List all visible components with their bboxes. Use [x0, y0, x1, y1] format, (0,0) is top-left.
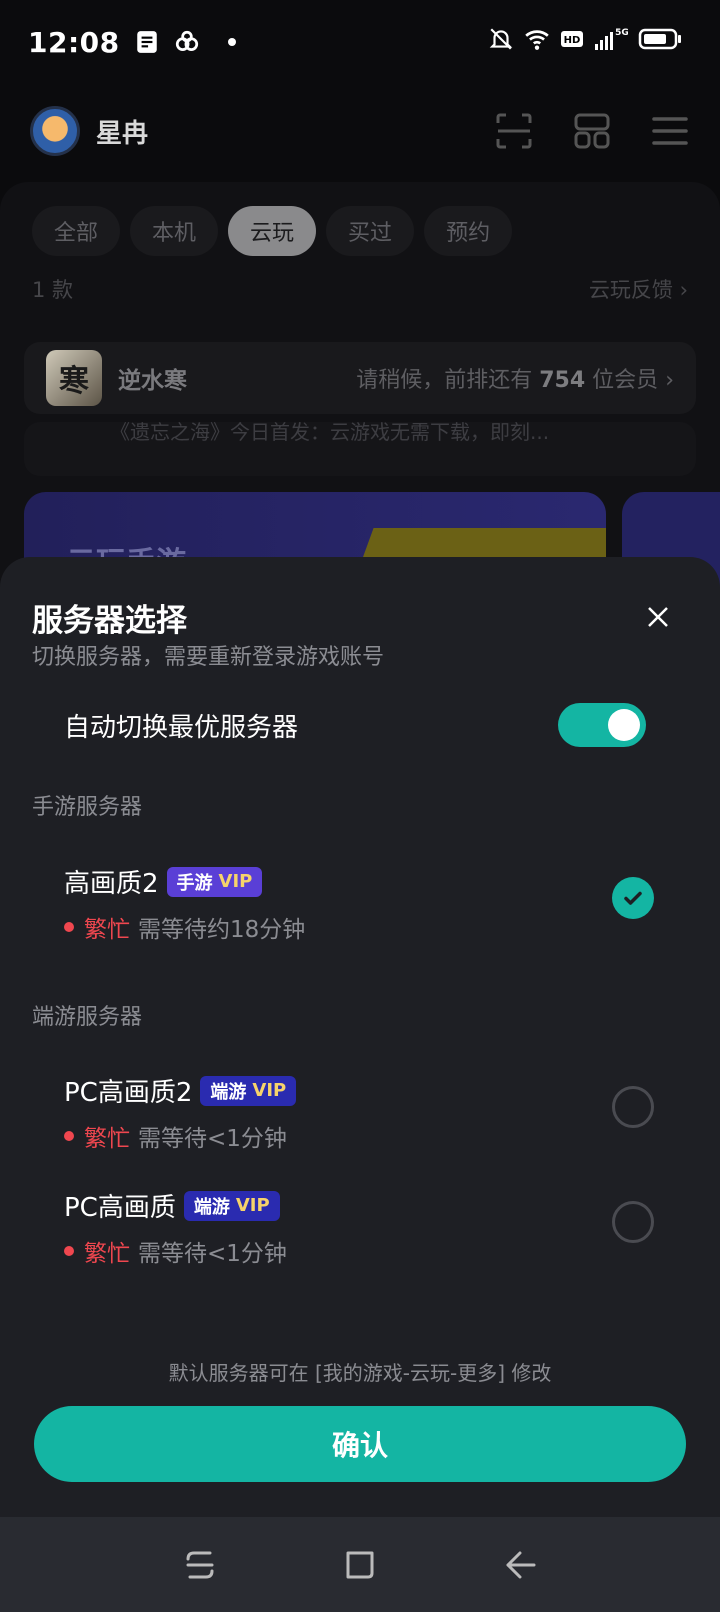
server-option[interactable]: 高画质2 手游 VIP 繁忙 需等待约18分钟: [64, 863, 654, 953]
radio-unselected[interactable]: [612, 1201, 654, 1243]
back-icon[interactable]: [500, 1545, 540, 1585]
radio-unselected[interactable]: [612, 1086, 654, 1128]
server-select-sheet: 服务器选择 切换服务器，需要重新登录游戏账号 自动切换最优服务器 手游服务器 高…: [0, 557, 720, 1517]
notice-text: 《遗忘之海》今日首发：云游戏无需下载，即刻...: [110, 422, 550, 444]
tab-purchased[interactable]: 买过: [326, 206, 415, 256]
server-option[interactable]: PC高画质2 端游 VIP 繁忙 需等待<1分钟: [64, 1072, 654, 1162]
tab-all[interactable]: 全部: [32, 206, 121, 256]
game-thumbnail: 寒: [46, 350, 102, 406]
svg-text:HD: HD: [564, 35, 581, 46]
chevron-right-icon: ›: [665, 368, 674, 393]
server-option[interactable]: PC高画质 端游 VIP 繁忙 需等待<1分钟: [64, 1187, 654, 1277]
server-name: PC高画质: [64, 1193, 176, 1223]
server-status: 繁忙: [84, 917, 130, 943]
status-time: 12:08: [28, 25, 120, 59]
badge-vip: VIP: [252, 1080, 287, 1101]
chevron-right-icon: ›: [679, 278, 688, 302]
cloud-game-icon: [175, 30, 198, 51]
server-status: 繁忙: [84, 1241, 130, 1267]
auto-switch-row: 自动切换最优服务器: [64, 685, 646, 765]
cloud-feedback-link[interactable]: 云玩反馈 ›: [589, 274, 688, 304]
server-wait: 需等待<1分钟: [138, 1126, 287, 1152]
tab-local[interactable]: 本机: [130, 206, 219, 256]
tab-cloud[interactable]: 云玩: [228, 206, 317, 256]
vip-badge: 手游 VIP: [166, 866, 263, 897]
app-header: 星冉: [30, 100, 690, 162]
close-icon[interactable]: [642, 601, 674, 633]
svg-text:5G: 5G: [615, 28, 628, 38]
badge-type: 端游: [193, 1196, 230, 1218]
auto-switch-label: 自动切换最优服务器: [64, 712, 299, 743]
confirm-button[interactable]: 确认: [34, 1406, 686, 1482]
bell-off-icon: [489, 28, 513, 50]
server-wait: 需等待约18分钟: [138, 917, 306, 943]
vip-badge: 端游 VIP: [183, 1190, 280, 1221]
notice-bar[interactable]: 《遗忘之海》今日首发：云游戏无需下载，即刻...: [24, 422, 696, 476]
cloud-feedback-label: 云玩反馈: [588, 278, 673, 302]
signal-5g-icon: 5G: [595, 28, 628, 50]
checkmark-icon: [624, 891, 642, 905]
home-icon[interactable]: [340, 1545, 380, 1585]
filter-tabs: 全部 本机 云玩 买过 预约: [32, 206, 513, 256]
system-nav-bar: [0, 1517, 720, 1612]
sheet-title: 服务器选择: [32, 603, 187, 639]
server-name: PC高画质2: [64, 1078, 193, 1108]
server-wait: 需等待<1分钟: [138, 1241, 287, 1267]
recents-icon[interactable]: [180, 1545, 220, 1585]
grid-layout-icon[interactable]: [572, 111, 612, 151]
notes-icon: [136, 31, 157, 53]
wifi-icon: [525, 30, 549, 50]
sheet-subtitle: 切换服务器，需要重新登录游戏账号: [32, 645, 385, 670]
section-label-pc: 端游服务器: [32, 1005, 143, 1030]
server-name: 高画质2: [64, 869, 159, 899]
busy-dot-icon: [64, 1131, 74, 1141]
game-name: 逆水寒: [118, 368, 187, 394]
busy-dot-icon: [64, 922, 74, 932]
badge-type: 手游: [176, 872, 213, 894]
username: 星冉: [96, 118, 149, 149]
auto-switch-toggle[interactable]: [558, 703, 646, 747]
menu-icon[interactable]: [650, 111, 690, 151]
dot-icon: [227, 38, 236, 46]
queue-status: 请稍候，前排还有 754 位会员 ›: [356, 362, 674, 394]
radio-selected[interactable]: [612, 877, 654, 919]
badge-vip: VIP: [235, 1195, 270, 1216]
footer-note: 默认服务器可在 [我的游戏-云玩-更多] 修改: [168, 1361, 552, 1385]
hd-icon: HD: [561, 31, 583, 47]
busy-dot-icon: [64, 1246, 74, 1256]
avatar[interactable]: [30, 106, 80, 156]
section-label-mobile: 手游服务器: [32, 795, 143, 820]
vip-badge: 端游 VIP: [200, 1075, 297, 1106]
badge-vip: VIP: [218, 871, 253, 892]
server-status: 繁忙: [84, 1126, 130, 1152]
scan-icon[interactable]: [494, 111, 534, 151]
status-bar: 12:08 HD 5G: [0, 0, 720, 84]
queue-number: 754: [539, 368, 586, 393]
queue-prefix: 请稍候，前排还有: [356, 368, 533, 393]
battery-icon: [638, 28, 681, 50]
badge-type: 端游: [210, 1081, 247, 1103]
game-item[interactable]: 寒 逆水寒 请稍候，前排还有 754 位会员 ›: [24, 342, 696, 414]
queue-suffix: 位会员: [592, 368, 659, 393]
tab-reserved[interactable]: 预约: [424, 206, 513, 256]
game-count: 1 款: [32, 278, 74, 302]
